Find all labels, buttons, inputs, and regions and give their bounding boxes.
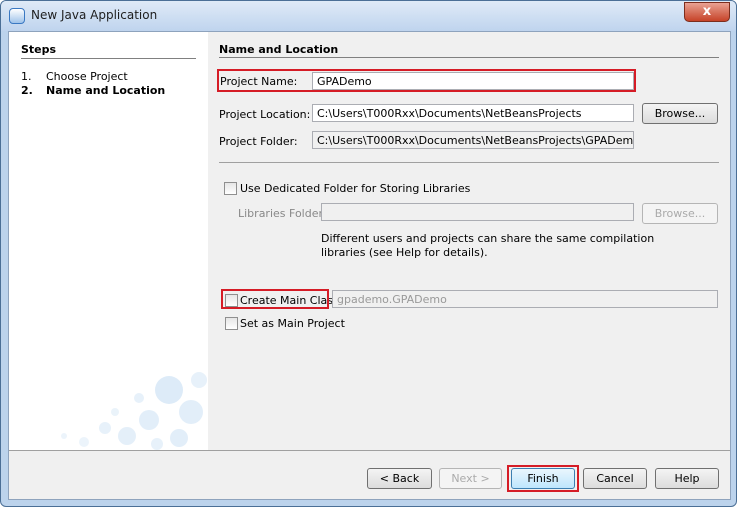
netbeans-cube-icon bbox=[9, 8, 25, 24]
step-number: 2. bbox=[21, 84, 33, 97]
finish-highlight bbox=[507, 465, 579, 492]
browse-location-button[interactable]: Browse... bbox=[642, 103, 718, 124]
libraries-help-line-1: Different users and projects can share t… bbox=[321, 232, 655, 245]
dedicated-folder-checkbox[interactable] bbox=[224, 182, 237, 195]
step-number: 1. bbox=[21, 70, 32, 83]
dedicated-folder-label[interactable]: Use Dedicated Folder for Storing Librari… bbox=[240, 182, 470, 195]
form-divider bbox=[219, 162, 719, 163]
steps-title: Steps bbox=[21, 43, 57, 56]
project-location-input[interactable]: C:\Users\T000Rxx\Documents\NetBeansProje… bbox=[312, 104, 634, 122]
steps-divider bbox=[21, 58, 196, 59]
steps-panel: Steps 1. Choose Project 2. Name and Loca… bbox=[9, 32, 208, 450]
create-main-class-highlight bbox=[221, 289, 329, 309]
project-folder-label: Project Folder: bbox=[219, 135, 298, 148]
libraries-folder-label: Libraries Folder: bbox=[238, 207, 327, 220]
back-button[interactable]: < Back bbox=[367, 468, 432, 489]
step-label: Name and Location bbox=[46, 84, 166, 97]
step-label: Choose Project bbox=[46, 70, 128, 83]
set-main-project-checkbox[interactable] bbox=[225, 317, 238, 330]
decorative-bubbles bbox=[61, 372, 207, 450]
footer-divider bbox=[9, 450, 730, 451]
next-button: Next > bbox=[439, 468, 502, 489]
help-button[interactable]: Help bbox=[655, 468, 719, 489]
main-class-input: gpademo.GPADemo bbox=[332, 290, 718, 308]
section-divider bbox=[219, 57, 719, 58]
browse-libraries-button: Browse... bbox=[642, 203, 718, 224]
title-bar[interactable]: New Java Application x bbox=[1, 1, 736, 31]
libraries-folder-input bbox=[321, 203, 634, 221]
set-main-project-label[interactable]: Set as Main Project bbox=[240, 317, 345, 330]
dialog-content: Steps 1. Choose Project 2. Name and Loca… bbox=[8, 31, 731, 500]
window-title: New Java Application bbox=[31, 8, 158, 22]
cancel-button[interactable]: Cancel bbox=[583, 468, 647, 489]
section-title: Name and Location bbox=[219, 43, 339, 56]
form-panel: Name and Location Project Name: GPADemo … bbox=[208, 32, 730, 450]
close-button[interactable]: x bbox=[684, 2, 730, 22]
libraries-help-line-2: libraries (see Help for details). bbox=[321, 246, 488, 259]
dialog-window: New Java Application x Steps 1. Choose P… bbox=[0, 0, 737, 507]
project-folder-input: C:\Users\T000Rxx\Documents\NetBeansProje… bbox=[312, 131, 634, 149]
project-location-label: Project Location: bbox=[219, 108, 311, 121]
project-name-highlight bbox=[217, 69, 636, 92]
